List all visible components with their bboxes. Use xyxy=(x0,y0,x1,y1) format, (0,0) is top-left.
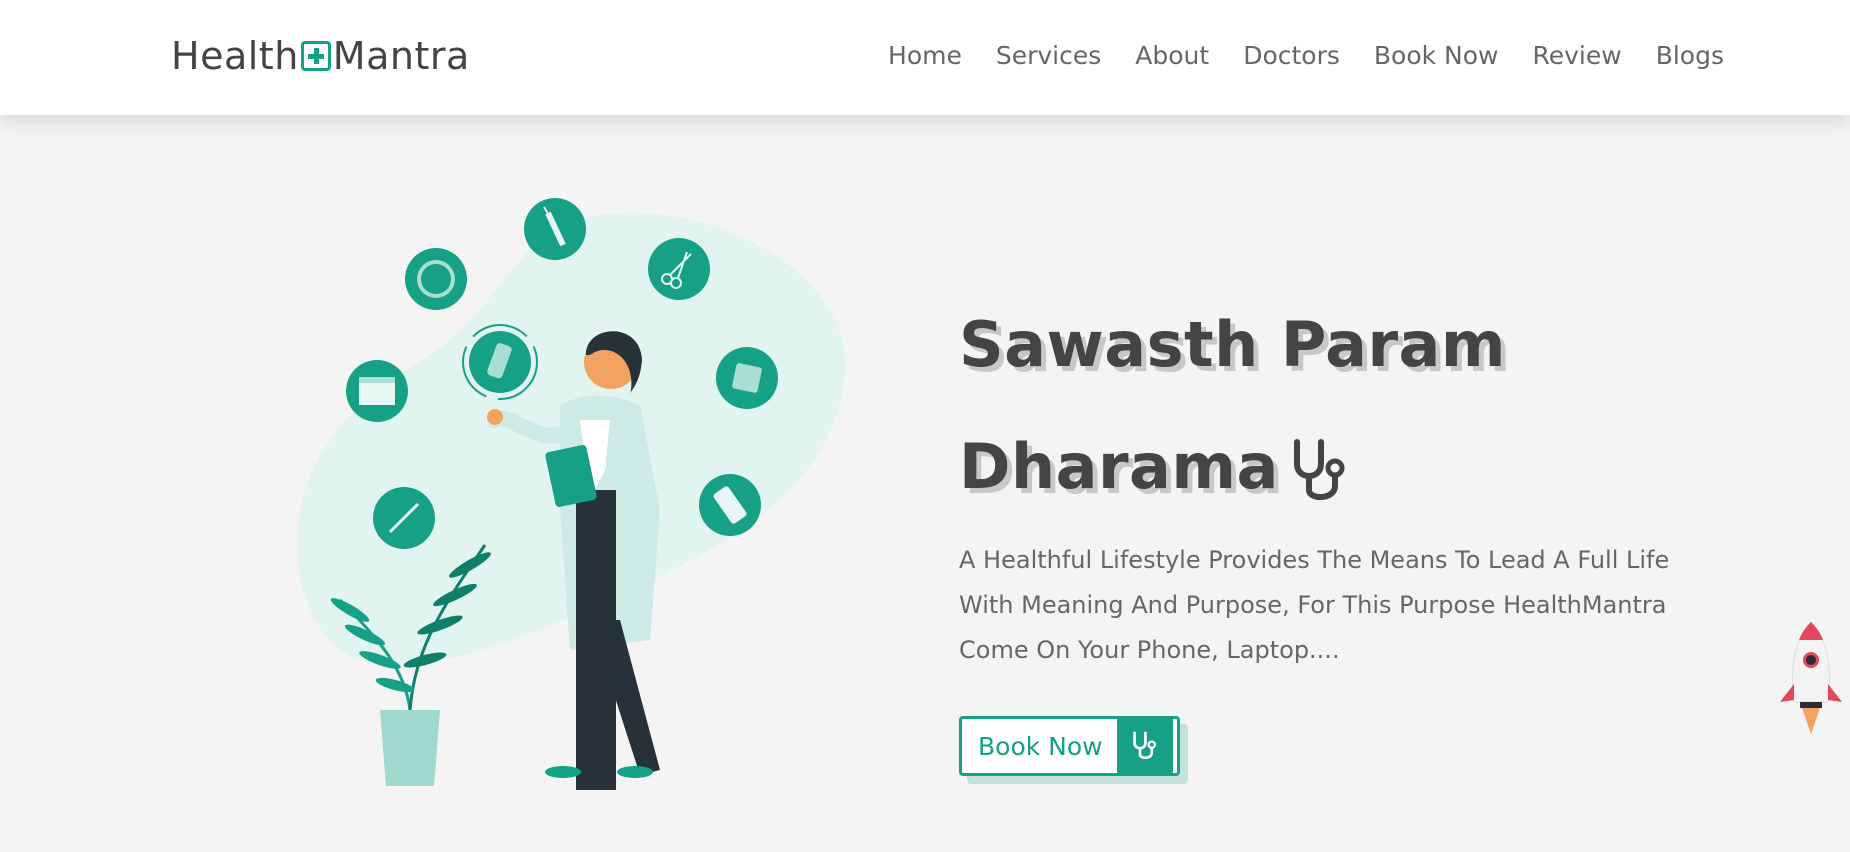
book-now-button[interactable]: Book Now xyxy=(959,716,1180,776)
pill-strip-icon xyxy=(699,474,761,536)
bandage-icon xyxy=(462,324,538,400)
hero-title-line1: Sawasth Param xyxy=(959,308,1507,381)
pill-circle-icon xyxy=(405,248,467,310)
nav-link-doctors[interactable]: Doctors xyxy=(1243,41,1340,70)
nav-link-home[interactable]: Home xyxy=(888,41,962,70)
tablet-sheet-icon xyxy=(716,347,778,409)
nav-link-book-now[interactable]: Book Now xyxy=(1374,41,1499,70)
nav-link-review[interactable]: Review xyxy=(1533,41,1622,70)
nav-link-services[interactable]: Services xyxy=(996,41,1101,70)
stethoscope-icon xyxy=(1117,718,1173,774)
stethoscope-icon xyxy=(1293,438,1345,500)
rocket-icon[interactable] xyxy=(1780,622,1842,740)
calendar-icon xyxy=(346,360,408,422)
hero-text: Sawasth Param Dharama A Healthful Lifest… xyxy=(959,308,1739,776)
logo-text-health: Health xyxy=(171,34,299,78)
site-logo[interactable]: Health Mantra xyxy=(171,34,470,78)
doctor-illustration xyxy=(297,198,846,790)
medical-plus-icon xyxy=(300,41,331,71)
thermometer-icon xyxy=(373,487,435,549)
hero-title-line2: Dharama xyxy=(959,430,1279,503)
main-nav: Home Services About Doctors Book Now Rev… xyxy=(888,41,1724,70)
site-header: Health Mantra Home Services About Doctor… xyxy=(0,0,1850,115)
nav-link-about[interactable]: About xyxy=(1135,41,1209,70)
hero-title: Sawasth Param Dharama xyxy=(959,284,1739,528)
scissors-icon xyxy=(648,238,710,300)
book-now-label: Book Now xyxy=(978,731,1103,761)
logo-text-mantra: Mantra xyxy=(332,34,470,78)
syringe-icon xyxy=(524,198,586,260)
nav-link-blogs[interactable]: Blogs xyxy=(1656,41,1724,70)
hero-description: A Healthful Lifestyle Provides The Means… xyxy=(959,546,1670,664)
